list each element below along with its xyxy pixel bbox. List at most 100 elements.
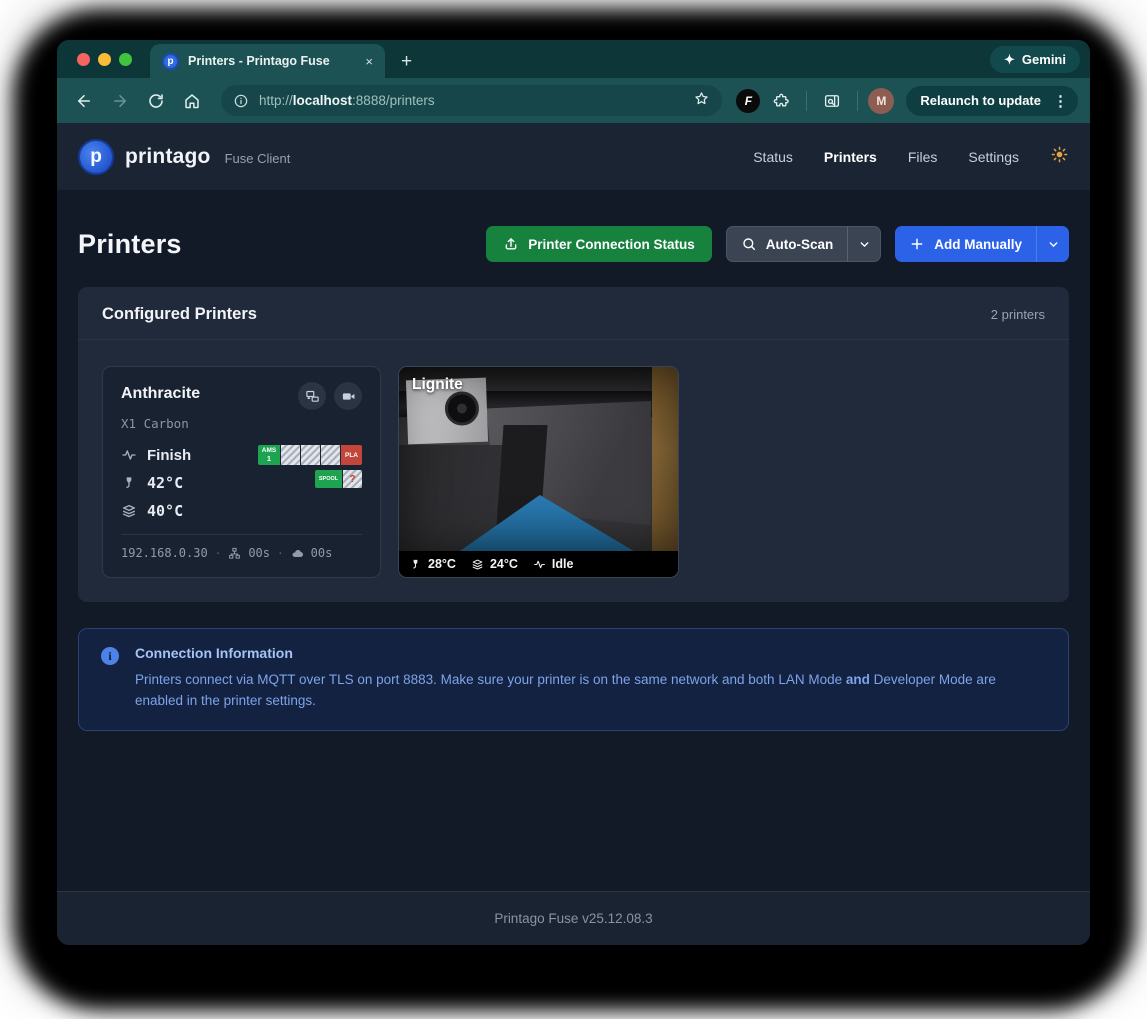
url-text[interactable]: http://localhost:8888/printers bbox=[259, 93, 683, 108]
site-info-icon[interactable] bbox=[233, 93, 249, 109]
camera-printer-name: Lignite bbox=[412, 376, 463, 393]
puzzle-icon[interactable] bbox=[766, 86, 796, 116]
nozzle-icon bbox=[413, 559, 418, 568]
add-manually-main[interactable]: Add Manually bbox=[895, 226, 1036, 262]
bed-temp: 40°C bbox=[147, 502, 184, 520]
nav-printers[interactable]: Printers bbox=[824, 149, 877, 165]
auto-scan-button: Auto-Scan bbox=[725, 226, 882, 262]
camera-feed bbox=[399, 367, 678, 551]
printer-card-actions bbox=[298, 382, 362, 410]
browser-window: p Printers - Printago Fuse × + ✦ Gemini bbox=[57, 40, 1090, 945]
back-icon[interactable] bbox=[69, 86, 99, 116]
info-icon: i bbox=[101, 647, 119, 665]
layers-icon bbox=[472, 559, 483, 570]
camera-bed-temp: 24°C bbox=[489, 557, 518, 571]
gemini-button[interactable]: ✦ Gemini bbox=[990, 46, 1080, 73]
screenshot-stage: p Printers - Printago Fuse × + ✦ Gemini bbox=[0, 0, 1147, 1019]
close-window-button[interactable] bbox=[77, 53, 90, 66]
chevron-down-icon bbox=[1049, 241, 1057, 247]
ams-slot-empty-3 bbox=[321, 445, 340, 465]
pulse-icon bbox=[122, 450, 136, 460]
browser-toolbar: http://localhost:8888/printers F M Relau… bbox=[57, 78, 1090, 123]
banner-title: Connection Information bbox=[135, 645, 293, 661]
panel-title: Configured Printers bbox=[102, 305, 257, 323]
banner-text: Printers connect via MQTT over TLS on po… bbox=[135, 672, 996, 708]
nav-files[interactable]: Files bbox=[908, 149, 938, 165]
relaunch-to-update-button[interactable]: Relaunch to update ⋮ bbox=[906, 85, 1078, 116]
auto-scan-dropdown[interactable] bbox=[847, 227, 880, 261]
printer-count: 2 printers bbox=[990, 307, 1045, 322]
camera-feed-vignette bbox=[399, 367, 678, 551]
video-camera-icon[interactable] bbox=[334, 382, 362, 410]
zoom-window-button[interactable] bbox=[119, 53, 132, 66]
profile-avatar[interactable]: M bbox=[868, 87, 895, 114]
theme-toggle-sun-icon[interactable] bbox=[1050, 145, 1069, 169]
auto-scan-main[interactable]: Auto-Scan bbox=[727, 227, 848, 261]
panel-header: Configured Printers 2 printers bbox=[78, 287, 1069, 340]
add-manually-label: Add Manually bbox=[934, 236, 1022, 252]
brand-subtitle: Fuse Client bbox=[224, 150, 291, 166]
connection-info-banner: i Connection Information Printers connec… bbox=[78, 628, 1069, 731]
separator-dot: · bbox=[277, 546, 284, 560]
pulse-icon bbox=[533, 560, 545, 568]
spool-strip: SPOOL ? bbox=[315, 470, 362, 488]
forward-icon[interactable] bbox=[105, 86, 135, 116]
version-text: Printago Fuse v25.12.08.3 bbox=[494, 911, 653, 926]
cloud-icon bbox=[292, 549, 303, 557]
app-footer: Printago Fuse v25.12.08.3 bbox=[57, 891, 1090, 945]
side-panel-search-icon[interactable] bbox=[817, 86, 847, 116]
screens-icon[interactable] bbox=[298, 382, 326, 410]
app-header: p printago Fuse Client Status Printers F… bbox=[57, 123, 1090, 190]
banner-content: Connection Information Printers connect … bbox=[135, 645, 1046, 712]
toolbar-divider-2 bbox=[857, 90, 859, 111]
tab-close-icon[interactable]: × bbox=[363, 54, 375, 69]
nozzle-icon bbox=[126, 477, 132, 488]
printer-card-anthracite[interactable]: Anthracite X1 Carbon Finish 42°C 40°C AM… bbox=[102, 366, 381, 578]
printer-model: X1 Carbon bbox=[121, 416, 189, 431]
camera-card-lignite[interactable]: Lignite 28°C 24°C Idle bbox=[398, 366, 679, 578]
tab-title: Printers - Printago Fuse bbox=[188, 54, 330, 68]
plus-icon bbox=[911, 238, 923, 250]
menu-dots-icon[interactable]: ⋮ bbox=[1047, 92, 1074, 110]
printer-stats: Finish 42°C 40°C AMS 1 PLA SPOOL ? bbox=[121, 445, 362, 521]
printer-card-footer: 192.168.0.30 · 00s · 00s bbox=[121, 546, 362, 560]
filament-badges: AMS 1 PLA SPOOL ? bbox=[258, 445, 362, 488]
lan-time: 00s bbox=[248, 546, 271, 560]
traffic-lights bbox=[77, 53, 132, 66]
home-icon[interactable] bbox=[177, 86, 207, 116]
main-content: Printers Printer Connection Status Auto-… bbox=[57, 190, 1090, 945]
camera-nozzle-temp-item: 28°C bbox=[409, 557, 456, 571]
printer-status: Finish bbox=[147, 446, 192, 464]
auto-scan-label: Auto-Scan bbox=[765, 236, 834, 252]
nav-status[interactable]: Status bbox=[753, 149, 793, 165]
minimize-window-button[interactable] bbox=[98, 53, 111, 66]
camera-status-item: Idle bbox=[533, 557, 574, 571]
upload-icon bbox=[505, 238, 517, 250]
printago-logo-icon: p bbox=[78, 138, 114, 175]
url-bar[interactable]: http://localhost:8888/printers bbox=[221, 85, 723, 116]
nav-settings[interactable]: Settings bbox=[968, 149, 1019, 165]
panel-body: Anthracite X1 Carbon Finish 42°C 40°C AM… bbox=[78, 340, 1069, 602]
gemini-label: Gemini bbox=[1021, 52, 1066, 67]
bookmark-star-icon[interactable] bbox=[693, 90, 710, 112]
ams-slot-empty-1 bbox=[281, 445, 300, 465]
chevron-down-icon bbox=[860, 241, 869, 247]
add-manually-dropdown[interactable] bbox=[1036, 226, 1069, 262]
camera-status-bar: 28°C 24°C Idle bbox=[399, 551, 678, 577]
page-title: Printers bbox=[78, 228, 182, 259]
reload-icon[interactable] bbox=[141, 86, 171, 116]
extension-icon[interactable]: F bbox=[736, 88, 761, 113]
spool-badge: SPOOL bbox=[315, 470, 342, 488]
layers-icon bbox=[123, 505, 135, 518]
ams-strip: AMS 1 PLA bbox=[258, 445, 362, 465]
ams-badge: AMS 1 bbox=[258, 445, 280, 465]
spool-slot-unknown: ? bbox=[343, 470, 362, 488]
ams-slot-empty-2 bbox=[301, 445, 320, 465]
new-tab-button[interactable]: + bbox=[401, 52, 412, 71]
printer-connection-status-button[interactable]: Printer Connection Status bbox=[486, 226, 712, 262]
camera-status: Idle bbox=[551, 557, 574, 571]
printer-ip: 192.168.0.30 bbox=[121, 546, 208, 560]
configured-printers-panel: Configured Printers 2 printers Anthracit… bbox=[78, 287, 1069, 602]
printer-name: Anthracite bbox=[121, 385, 201, 402]
browser-tab[interactable]: p Printers - Printago Fuse × bbox=[150, 44, 385, 78]
